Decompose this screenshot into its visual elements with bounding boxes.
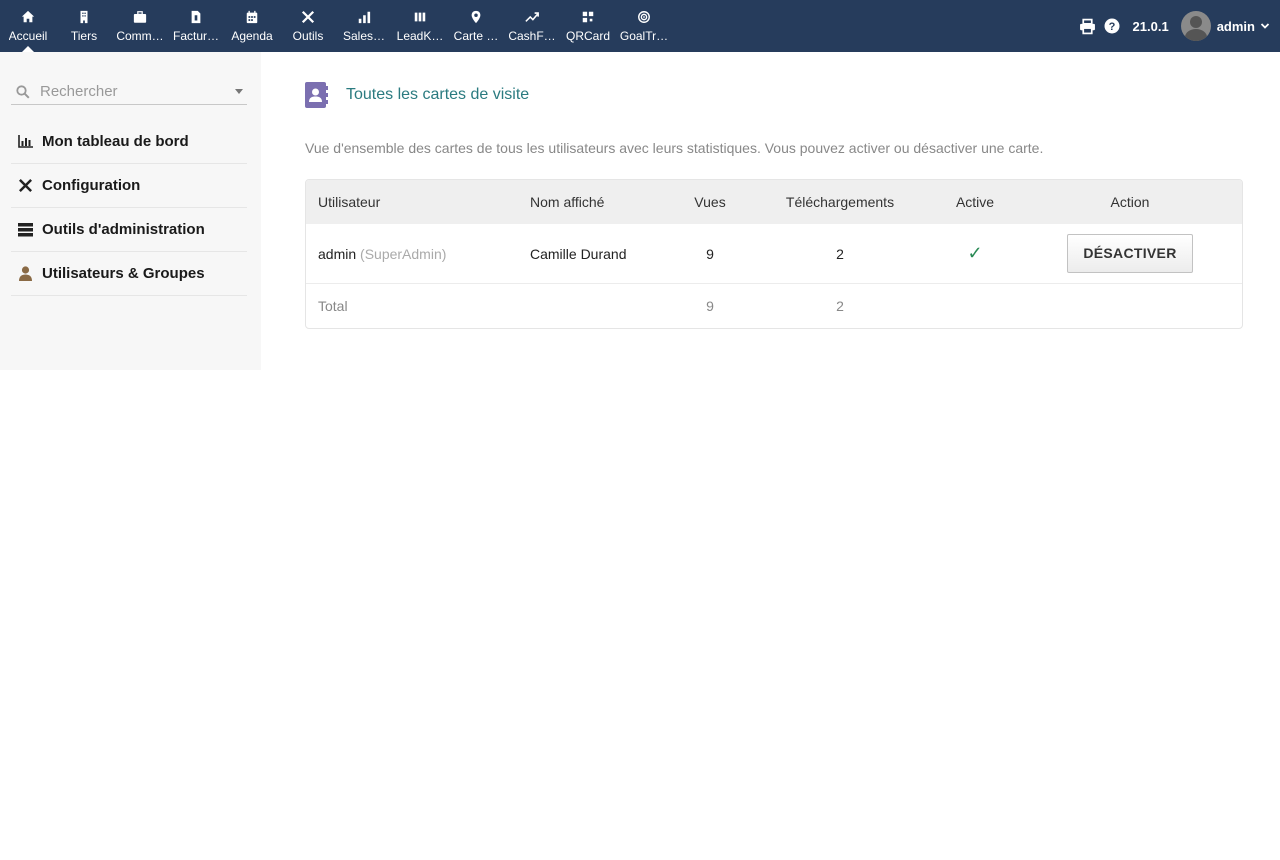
cell-user: admin (SuperAdmin) (306, 224, 518, 284)
nav-label: CashF… (508, 29, 556, 43)
target-icon (638, 11, 650, 23)
search-input[interactable] (40, 80, 220, 102)
checkmark-icon: ✓ (967, 243, 983, 263)
nav-label: Agenda (231, 29, 273, 43)
version-label: 21.0.1 (1132, 18, 1169, 34)
nav-sales[interactable]: Sales… (336, 0, 392, 52)
sidebar-item-label: Configuration (42, 177, 141, 194)
nav-agenda[interactable]: Agenda (224, 0, 280, 52)
calendar-icon (246, 10, 258, 24)
nav-tiers[interactable]: Tiers (56, 0, 112, 52)
sidebar-item-users-groups[interactable]: Utilisateurs & Groupes (11, 252, 247, 296)
chevron-down-icon[interactable] (1260, 21, 1270, 31)
sidebar-item-label: Outils d'administration (42, 221, 205, 238)
nav-label: Carte … (453, 29, 499, 43)
nav-leadk[interactable]: LeadK… (392, 0, 448, 52)
main-menu: Accueil Tiers Comm… Factur… Agenda Outil… (0, 0, 672, 52)
server-icon (17, 222, 34, 237)
print-icon[interactable] (1079, 17, 1097, 35)
nav-label: Outils (292, 29, 324, 43)
user-name[interactable]: admin (1217, 19, 1255, 34)
map-pin-icon (471, 10, 481, 24)
left-sidebar: Mon tableau de bord Configuration Outils… (0, 52, 261, 370)
cards-table-container: Utilisateur Nom affiché Vues Téléchargem… (305, 179, 1243, 329)
dropdown-caret-icon[interactable] (235, 89, 243, 94)
nav-qrcard[interactable]: QRCard (560, 0, 616, 52)
bar-chart-icon (358, 11, 371, 24)
col-header-nom-affiche: Nom affiché (518, 180, 672, 224)
cell-active: ✓ (932, 224, 1018, 284)
col-header-vues: Vues (672, 180, 748, 224)
deactivate-button[interactable]: DÉSACTIVER (1067, 234, 1193, 273)
nav-label: Tiers (70, 29, 98, 43)
building-icon (80, 10, 88, 24)
nav-label: Sales… (342, 29, 386, 43)
svg-text:?: ? (1108, 21, 1115, 33)
help-icon[interactable]: ? (1103, 17, 1121, 35)
nav-goaltracker[interactable]: GoalTr… (616, 0, 672, 52)
nav-carte[interactable]: Carte … (448, 0, 504, 52)
sidebar-item-admin-tools[interactable]: Outils d'administration (11, 208, 247, 252)
columns-icon (414, 12, 426, 22)
cell-action: DÉSACTIVER (1018, 224, 1242, 284)
tools-icon (17, 179, 34, 193)
total-empty-cell (1018, 284, 1242, 329)
search-box[interactable] (11, 80, 247, 105)
sidebar-item-dashboard[interactable]: Mon tableau de bord (11, 120, 247, 164)
page-header: Toutes les cartes de visite (305, 82, 529, 108)
sidebar-menu: Mon tableau de bord Configuration Outils… (11, 120, 247, 296)
col-header-utilisateur: Utilisateur (306, 180, 518, 224)
sidebar-item-label: Utilisateurs & Groupes (42, 265, 205, 282)
top-right-tools: ? 21.0.1 admin (1079, 0, 1270, 52)
qrcode-icon (582, 11, 594, 23)
total-label: Total (318, 298, 348, 314)
nav-label: QRCard (565, 29, 610, 43)
sidebar-item-configuration[interactable]: Configuration (11, 164, 247, 208)
cell-display-name: Camille Durand (518, 224, 672, 284)
cell-views: 9 (672, 224, 748, 284)
trend-icon (525, 12, 539, 22)
nav-facturation[interactable]: Factur… (168, 0, 224, 52)
cards-table: Utilisateur Nom affiché Vues Téléchargem… (306, 180, 1242, 328)
total-empty-cell (932, 284, 1018, 329)
page-title: Toutes les cartes de visite (346, 86, 530, 103)
table-total-row: Total 9 2 (306, 284, 1242, 329)
briefcase-icon (133, 11, 147, 23)
total-views: 9 (706, 298, 714, 314)
total-empty-cell (518, 284, 672, 329)
col-header-action: Action (1018, 180, 1242, 224)
search-icon (16, 85, 30, 99)
nav-outils[interactable]: Outils (280, 0, 336, 52)
col-header-telechargements: Téléchargements (748, 180, 932, 224)
cell-downloads: 2 (748, 224, 932, 284)
contact-card-icon (305, 82, 328, 108)
nav-label: Comm… (116, 29, 164, 43)
nav-label: GoalTr… (619, 29, 669, 43)
avatar[interactable] (1180, 11, 1211, 41)
user-icon (17, 266, 34, 281)
nav-commercial[interactable]: Comm… (112, 0, 168, 52)
tools-icon (301, 10, 315, 24)
top-navbar: Accueil Tiers Comm… Factur… Agenda Outil… (0, 0, 1280, 52)
page-description: Vue d'ensemble des cartes de tous les ut… (305, 140, 1044, 156)
nav-label: Accueil (8, 29, 48, 43)
nav-accueil[interactable]: Accueil (0, 0, 56, 52)
nav-cashflow[interactable]: CashF… (504, 0, 560, 52)
home-icon (21, 10, 35, 23)
user-role: (SuperAdmin) (360, 245, 447, 262)
total-downloads: 2 (836, 298, 844, 314)
nav-label: Factur… (172, 29, 219, 43)
nav-label: LeadK… (396, 29, 444, 43)
col-header-active: Active (932, 180, 1018, 224)
invoice-icon (191, 10, 201, 24)
table-row: admin (SuperAdmin) Camille Durand 9 2 ✓ … (306, 224, 1242, 284)
dashboard-chart-icon (17, 135, 34, 149)
table-header-row: Utilisateur Nom affiché Vues Téléchargem… (306, 180, 1242, 224)
sidebar-item-label: Mon tableau de bord (42, 133, 189, 150)
user-login: admin (318, 245, 357, 262)
